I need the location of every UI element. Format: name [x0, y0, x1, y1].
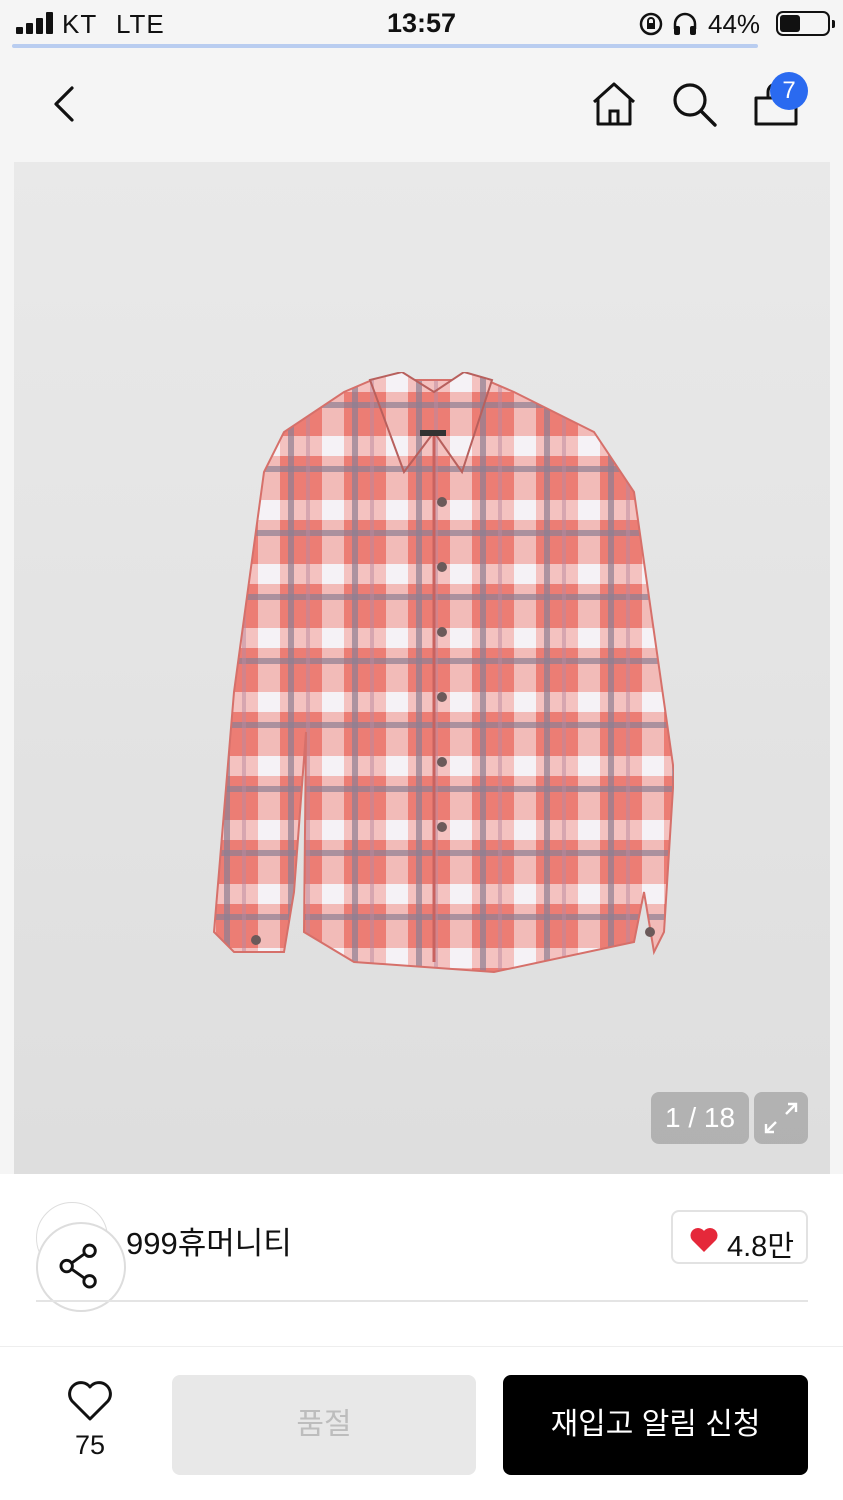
product-gallery[interactable]: 1 / 18	[14, 162, 830, 1174]
battery-icon	[776, 11, 835, 36]
product-info: 999휴머니티 4.8만	[0, 1174, 843, 1374]
wishlist-button[interactable]: 75	[60, 1379, 120, 1469]
share-button[interactable]	[36, 1222, 126, 1312]
battery-percent: 44%	[708, 9, 761, 39]
rotation-lock-icon	[639, 12, 663, 36]
brand-like-count: 4.8만	[727, 1231, 794, 1263]
cart-count-badge: 7	[770, 72, 808, 110]
product-image	[212, 372, 674, 974]
search-icon[interactable]	[668, 78, 720, 130]
headphones-icon	[673, 12, 697, 35]
back-icon[interactable]	[40, 78, 92, 130]
share-icon	[59, 1243, 97, 1289]
soldout-button: 품절	[172, 1375, 476, 1475]
heart-icon	[690, 1228, 718, 1252]
divider	[36, 1300, 808, 1302]
heart-outline-icon	[68, 1381, 112, 1421]
wishlist-count: 75	[74, 1430, 106, 1460]
top-nav	[0, 52, 843, 160]
brand-like-button[interactable]: 4.8만	[671, 1210, 808, 1264]
bottom-action-bar: 75 품절 재입고 알림 신청	[0, 1346, 843, 1500]
status-bar: KT LTE 13:57 44%	[0, 0, 843, 46]
home-icon[interactable]	[588, 78, 640, 130]
brand-name[interactable]: 999휴머니티	[126, 1218, 292, 1263]
expand-icon[interactable]	[754, 1092, 808, 1144]
page-load-progress	[12, 44, 758, 48]
restock-alert-button[interactable]: 재입고 알림 신청	[503, 1375, 808, 1475]
image-counter: 1 / 18	[651, 1092, 749, 1144]
